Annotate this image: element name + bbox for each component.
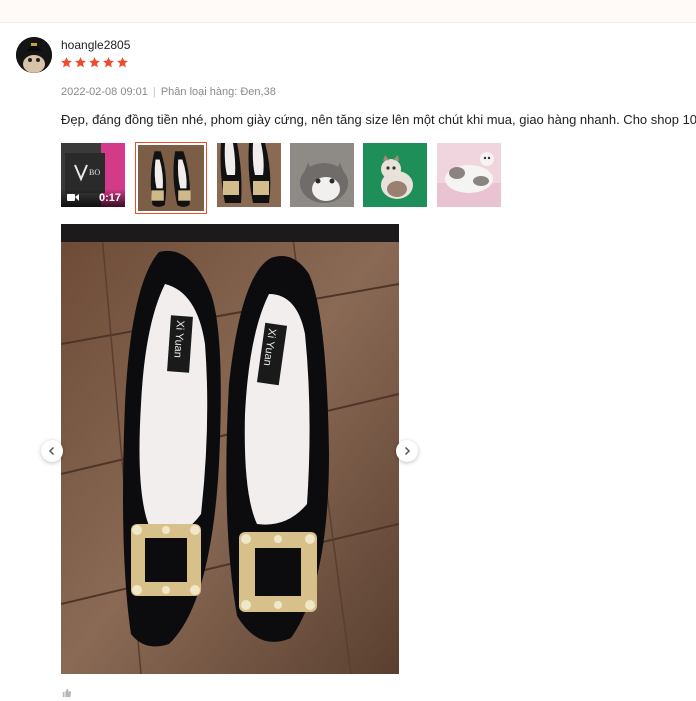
thumb-brand-text: BO: [89, 168, 100, 177]
star-icon: [103, 57, 114, 68]
reviewer-username[interactable]: hoangle2805: [61, 38, 130, 52]
chevron-left-icon: [48, 446, 55, 456]
thumb-video[interactable]: BO 0:17: [61, 143, 125, 207]
thumb-image[interactable]: [290, 143, 354, 207]
video-camera-icon: [67, 193, 79, 202]
thumb-image[interactable]: [437, 143, 501, 207]
thumb-image[interactable]: [217, 143, 281, 207]
prev-photo-button[interactable]: [41, 440, 63, 462]
thumb-image[interactable]: [363, 143, 427, 207]
review-date: 2022-02-08 09:01: [61, 86, 148, 98]
like-button[interactable]: [61, 688, 73, 701]
avatar[interactable]: [16, 37, 52, 73]
rating-stars: [60, 56, 129, 72]
video-badge: 0:17: [61, 189, 125, 207]
variation-label: Phân loại hàng: Đen,38: [160, 86, 276, 98]
meta-separator: |: [152, 86, 156, 98]
video-duration: 0:17: [98, 192, 121, 204]
star-icon: [117, 57, 128, 68]
chevron-right-icon: [404, 446, 411, 456]
review-comment: Đẹp, đáng đồng tiền nhé, phom giày cứng,…: [61, 112, 696, 127]
star-icon: [89, 57, 100, 68]
next-photo-button[interactable]: [396, 440, 418, 462]
review-meta: 2022-02-08 09:01 | Phân loại hàng: Đen,3…: [61, 86, 276, 98]
star-icon: [61, 57, 72, 68]
main-review-photo[interactable]: Xi Yuan Xi Yuan: [61, 224, 399, 674]
star-icon: [75, 57, 86, 68]
top-strip: [0, 0, 696, 23]
thumb-image-selected[interactable]: [135, 142, 207, 214]
thumb-up-icon: [62, 688, 72, 698]
